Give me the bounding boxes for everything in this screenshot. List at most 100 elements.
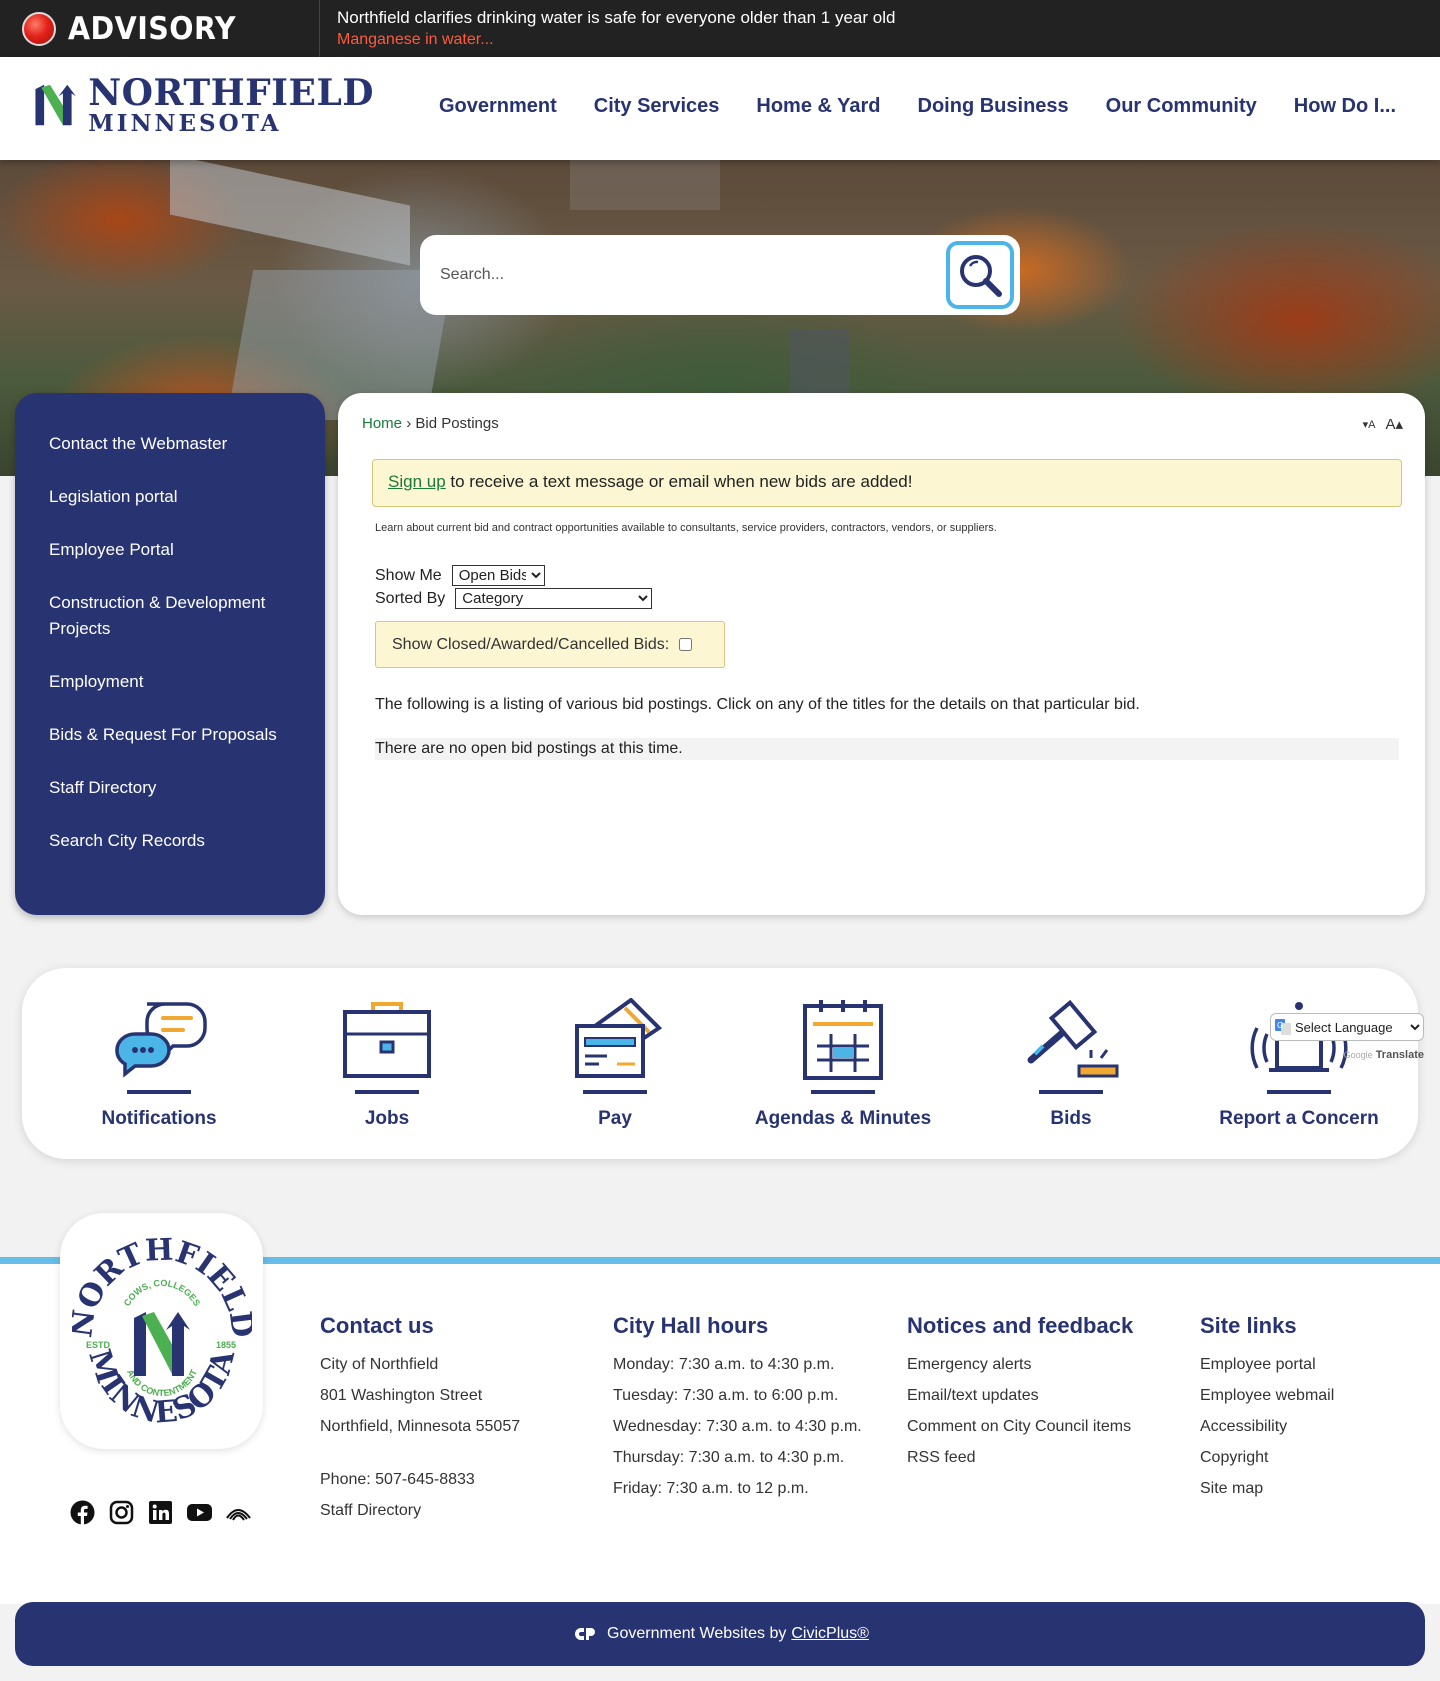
footer-contact-line: 801 Washington Street (320, 1387, 483, 1404)
google-translate-icon: G (1275, 1019, 1291, 1035)
quick-link-pay[interactable]: Pay (505, 997, 725, 1130)
signup-notice: Sign up to receive a text message or ema… (372, 459, 1402, 507)
translate-wordmark[interactable]: Translate (1376, 1049, 1424, 1061)
quick-link-jobs[interactable]: Jobs (277, 998, 497, 1130)
linkedin-icon[interactable] (148, 1500, 173, 1525)
search-icon (960, 255, 1002, 297)
font-resize: ▾A A▴ (1363, 415, 1403, 433)
quick-link-label: Pay (598, 1108, 632, 1129)
signup-text: to receive a text message or email when … (445, 472, 913, 491)
sidebar: Contact the Webmaster Legislation portal… (15, 393, 325, 915)
youtube-icon[interactable] (187, 1500, 212, 1525)
footer-site-link[interactable]: Employee portal (1200, 1349, 1334, 1380)
advisory-message: Northfield clarifies drinking water is s… (320, 0, 895, 57)
seal-year-text: 1855 (216, 1340, 236, 1350)
footer-notices: Notices and feedback Emergency alerts Em… (907, 1313, 1133, 1473)
seal-est-text: ESTD (86, 1340, 111, 1350)
footer-staff-directory-link[interactable]: Staff Directory (320, 1495, 520, 1526)
footer-hours: City Hall hours Monday: 7:30 a.m. to 4:3… (613, 1313, 862, 1504)
footer-hours-line: Friday: 7:30 a.m. to 12 p.m. (613, 1480, 809, 1497)
breadcrumb-current: Bid Postings (415, 415, 499, 432)
quick-link-label: Report a Concern (1219, 1108, 1379, 1129)
nav-home-yard[interactable]: Home & Yard (756, 95, 880, 118)
show-me-select[interactable]: Open Bids (451, 565, 545, 586)
facebook-icon[interactable] (70, 1500, 95, 1525)
sidebar-item-construction-projects[interactable]: Construction & Development Projects (15, 590, 325, 642)
no-bids-message: There are no open bid postings at this t… (375, 738, 1399, 760)
google-translate-widget: G Select Language Google Translate (1270, 1013, 1424, 1068)
svg-text:G: G (1277, 1021, 1283, 1030)
alert-dot-icon (22, 11, 56, 46)
show-me-label: Show Me (375, 566, 442, 584)
quick-link-label: Notifications (101, 1108, 217, 1129)
sidebar-item-employee-portal[interactable]: Employee Portal (15, 537, 325, 563)
search-button[interactable] (946, 241, 1014, 309)
instagram-icon[interactable] (109, 1500, 134, 1525)
quick-link-underline (1267, 1090, 1331, 1094)
closed-bids-checkbox[interactable] (679, 638, 693, 651)
site-logo[interactable]: NORTHFIELD MINNESOTA (34, 75, 374, 139)
quick-link-underline (811, 1090, 875, 1094)
footer-notices-link[interactable]: Email/text updates (907, 1380, 1133, 1411)
footer-site-link[interactable]: Employee webmail (1200, 1380, 1334, 1411)
footer-notices-link[interactable]: Comment on City Council items (907, 1411, 1133, 1442)
logo-line1: NORTHFIELD (88, 72, 374, 114)
font-increase-button[interactable]: A▴ (1385, 415, 1403, 433)
sidebar-item-contact-webmaster[interactable]: Contact the Webmaster (15, 431, 325, 457)
northfield-n-logo-icon (35, 84, 76, 126)
footer-site-link[interactable]: Site map (1200, 1473, 1334, 1504)
sidebar-item-employment[interactable]: Employment (15, 669, 325, 695)
footer-hours-heading: City Hall hours (613, 1313, 769, 1338)
nav-how-do-i[interactable]: How Do I... (1294, 95, 1396, 118)
nav-city-services[interactable]: City Services (594, 95, 720, 118)
nextdoor-icon[interactable] (226, 1500, 251, 1525)
language-select[interactable]: Select Language (1270, 1013, 1424, 1041)
footer-hours-line: Monday: 7:30 a.m. to 4:30 p.m. (613, 1356, 835, 1373)
sorted-by-select[interactable]: Category (455, 588, 653, 609)
sidebar-item-bids-rfp[interactable]: Bids & Request For Proposals (15, 722, 325, 748)
sidebar-item-staff-directory[interactable]: Staff Directory (15, 775, 325, 801)
quick-link-underline (355, 1090, 419, 1094)
footer-contact-line: City of Northfield (320, 1356, 439, 1373)
civicplus-link[interactable]: CivicPlus® (791, 1625, 869, 1643)
advisory-link[interactable]: Manganese in water... (337, 29, 895, 51)
quick-links: Notifications Jobs Pay Agendas & Minutes… (22, 968, 1418, 1159)
northfield-seal-icon: NORTHFIELD MINNESOTA COWS, COLLEGES AND … (72, 1233, 252, 1431)
listing-description: The following is a listing of various bi… (375, 696, 1140, 713)
city-seal[interactable]: NORTHFIELD MINNESOTA COWS, COLLEGES AND … (60, 1213, 263, 1449)
footer-notices-link[interactable]: RSS feed (907, 1442, 1133, 1473)
advisory-title: Northfield clarifies drinking water is s… (337, 8, 896, 27)
nav-government[interactable]: Government (439, 95, 557, 118)
nav-doing-business[interactable]: Doing Business (918, 95, 1069, 118)
footer-notices-link[interactable]: Emergency alerts (907, 1349, 1133, 1380)
briefcase-icon (343, 1002, 431, 1078)
quick-link-notifications[interactable]: Notifications (49, 998, 269, 1130)
quick-link-bids[interactable]: Bids (961, 998, 1181, 1130)
nav-our-community[interactable]: Our Community (1106, 95, 1257, 118)
advisory-label-block: ADVISORY (0, 0, 320, 57)
quick-link-label: Jobs (364, 1108, 410, 1129)
font-decrease-button[interactable]: ▾A (1363, 418, 1376, 433)
signup-link[interactable]: Sign up (388, 472, 446, 491)
show-me-row: Show Me Open Bids (375, 565, 545, 586)
social-links (70, 1500, 251, 1525)
footer-site-link[interactable]: Copyright (1200, 1442, 1334, 1473)
footer-contact-heading: Contact us (320, 1313, 434, 1338)
advisory-label: ADVISORY (68, 10, 236, 47)
footer-hours-line: Tuesday: 7:30 a.m. to 6:00 p.m. (613, 1387, 839, 1404)
footer-site-link[interactable]: Accessibility (1200, 1411, 1334, 1442)
breadcrumb-home[interactable]: Home (362, 415, 402, 432)
footer-phone[interactable]: Phone: 507-645-8833 (320, 1464, 520, 1495)
footer-hours-line: Thursday: 7:30 a.m. to 4:30 p.m. (613, 1449, 845, 1466)
search-input[interactable] (440, 255, 920, 295)
quick-link-agendas[interactable]: Agendas & Minutes (733, 998, 953, 1130)
sidebar-item-legislation-portal[interactable]: Legislation portal (15, 484, 325, 510)
logo-line2: MINNESOTA (88, 110, 282, 137)
main-content: Home › Bid Postings ▾A A▴ Sign up to rec… (338, 393, 1425, 915)
hero-building-shape (170, 160, 410, 266)
bids-intro: Learn about current bid and contract opp… (375, 522, 997, 534)
sidebar-item-search-records[interactable]: Search City Records (15, 828, 325, 854)
advisory-bar: ADVISORY Northfield clarifies drinking w… (0, 0, 1440, 57)
seal-inner-top-text: COWS, COLLEGES (121, 1278, 202, 1308)
gavel-icon (1027, 999, 1119, 1078)
